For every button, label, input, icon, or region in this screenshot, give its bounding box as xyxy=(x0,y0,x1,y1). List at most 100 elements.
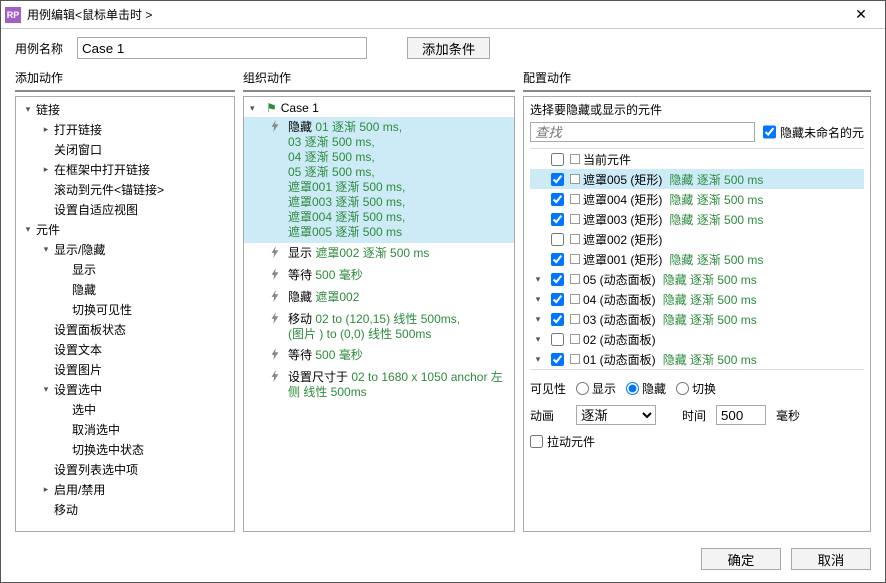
action-tree-item[interactable]: 设置选中 xyxy=(16,379,234,399)
chevron-down-icon[interactable] xyxy=(22,224,34,235)
chevron-right-icon[interactable] xyxy=(40,164,52,175)
action-tree-item[interactable]: 显示/隐藏 xyxy=(16,239,234,259)
chevron-down-icon[interactable] xyxy=(532,314,544,325)
action-tree-item[interactable]: 选中 xyxy=(16,399,234,419)
widget-list-item[interactable]: 遮罩002 (矩形) xyxy=(530,229,864,249)
columns: 添加动作 链接打开链接关闭窗口在框架中打开链接滚动到元件<锚链接>设置自适应视图… xyxy=(1,63,885,540)
drag-widget-checkbox[interactable]: 拉动元件 xyxy=(530,433,595,450)
chevron-right-icon[interactable] xyxy=(40,124,52,135)
action-tree-item[interactable]: 打开链接 xyxy=(16,119,234,139)
action-item[interactable]: 隐藏 01 逐渐 500 ms, 03 逐渐 500 ms, 04 逐渐 500… xyxy=(244,117,514,243)
action-tree-item[interactable]: 设置面板状态 xyxy=(16,319,234,339)
chevron-down-icon[interactable] xyxy=(40,384,52,395)
action-tree-item[interactable]: 切换可见性 xyxy=(16,299,234,319)
action-tree-item[interactable]: 启用/禁用 xyxy=(16,479,234,499)
chevron-down-icon[interactable] xyxy=(532,354,544,365)
action-tree-item[interactable]: 移动 xyxy=(16,499,234,519)
tree-item-label: 设置面板状态 xyxy=(52,321,126,338)
widget-checkbox[interactable] xyxy=(551,173,564,186)
widget-checkbox[interactable] xyxy=(551,333,564,346)
action-item[interactable]: 等待 500 毫秒 xyxy=(244,265,514,287)
widget-suffix: 隐藏 逐渐 500 ms xyxy=(669,191,763,208)
action-item[interactable]: 显示 遮罩002 逐渐 500 ms xyxy=(244,243,514,265)
widget-checkbox[interactable] xyxy=(551,213,564,226)
widget-checkbox[interactable] xyxy=(551,233,564,246)
visibility-show-radio[interactable]: 显示 xyxy=(576,380,616,397)
chevron-right-icon[interactable] xyxy=(40,484,52,495)
action-tree-item[interactable]: 切换选中状态 xyxy=(16,439,234,459)
widget-search-input[interactable] xyxy=(530,122,755,142)
widget-list-item[interactable]: 当前元件 xyxy=(530,149,864,169)
case-name-input[interactable] xyxy=(77,37,367,59)
action-item-text: 等待 500 毫秒 xyxy=(288,348,363,364)
action-tree-item[interactable]: 隐藏 xyxy=(16,279,234,299)
chevron-down-icon[interactable] xyxy=(40,244,52,255)
widget-suffix: 隐藏 逐渐 500 ms xyxy=(663,351,757,368)
widget-type-icon xyxy=(570,334,580,344)
hide-unnamed-checkbox[interactable]: 隐藏未命名的元 xyxy=(763,122,864,142)
cancel-button[interactable]: 取消 xyxy=(791,548,871,570)
widget-checkbox[interactable] xyxy=(551,313,564,326)
widget-checkbox[interactable] xyxy=(551,193,564,206)
action-tree-item[interactable]: 设置列表选中项 xyxy=(16,459,234,479)
action-tree-item[interactable]: 滚动到元件<锚链接> xyxy=(16,179,234,199)
action-item[interactable]: 移动 02 to (120,15) 线性 500ms, (图片 ) to (0,… xyxy=(244,309,514,345)
ok-button[interactable]: 确定 xyxy=(701,548,781,570)
action-tree-item[interactable]: 链接 xyxy=(16,99,234,119)
visibility-toggle-radio[interactable]: 切换 xyxy=(676,380,716,397)
chevron-down-icon[interactable] xyxy=(532,294,544,305)
chevron-down-icon[interactable] xyxy=(250,103,262,114)
tree-item-label: 移动 xyxy=(52,501,78,518)
action-tree-item[interactable]: 设置文本 xyxy=(16,339,234,359)
widget-list[interactable]: 当前元件遮罩005 (矩形)隐藏 逐渐 500 ms遮罩004 (矩形)隐藏 逐… xyxy=(530,148,864,370)
config-action-panel: 选择要隐藏或显示的元件 隐藏未命名的元 当前元件遮罩005 (矩形)隐藏 逐渐 … xyxy=(523,96,871,532)
time-unit: 毫秒 xyxy=(776,407,800,424)
widget-checkbox[interactable] xyxy=(551,273,564,286)
visibility-hide-radio[interactable]: 隐藏 xyxy=(626,380,666,397)
action-tree-item[interactable]: 在框架中打开链接 xyxy=(16,159,234,179)
chevron-down-icon[interactable] xyxy=(532,334,544,345)
tree-item-label: 选中 xyxy=(70,401,96,418)
widget-checkbox[interactable] xyxy=(551,293,564,306)
widget-list-item[interactable]: 03 (动态面板)隐藏 逐渐 500 ms xyxy=(530,309,864,329)
action-tree-item[interactable]: 元件 xyxy=(16,219,234,239)
action-item[interactable]: 设置尺寸于 02 to 1680 x 1050 anchor 左侧 线性 500… xyxy=(244,367,514,403)
close-button[interactable]: ✕ xyxy=(841,1,881,28)
widget-list-item[interactable]: 01 (动态面板)隐藏 逐渐 500 ms xyxy=(530,349,864,369)
action-tree-item[interactable]: 设置图片 xyxy=(16,359,234,379)
widget-list-item[interactable]: 02 (动态面板) xyxy=(530,329,864,349)
widget-list-item[interactable]: 遮罩001 (矩形)隐藏 逐渐 500 ms xyxy=(530,249,864,269)
tree-item-label: 滚动到元件<锚链接> xyxy=(52,181,164,198)
widget-type-icon xyxy=(570,274,580,284)
widget-checkbox[interactable] xyxy=(551,153,564,166)
tree-item-label: 设置自适应视图 xyxy=(52,201,138,218)
case-root-node[interactable]: ⚑ Case 1 xyxy=(244,99,514,117)
hide-unnamed-label: 隐藏未命名的元 xyxy=(780,124,864,141)
widget-list-item[interactable]: 遮罩004 (矩形)隐藏 逐渐 500 ms xyxy=(530,189,864,209)
tree-item-label: 在框架中打开链接 xyxy=(52,161,150,178)
chevron-down-icon[interactable] xyxy=(532,274,544,285)
organize-action-panel[interactable]: ⚑ Case 1 隐藏 01 逐渐 500 ms, 03 逐渐 500 ms, … xyxy=(243,96,515,532)
widget-checkbox[interactable] xyxy=(551,253,564,266)
chevron-down-icon[interactable] xyxy=(22,104,34,115)
add-condition-button[interactable]: 添加条件 xyxy=(407,37,490,59)
tree-item-label: 显示 xyxy=(70,261,96,278)
bolt-icon xyxy=(270,268,282,284)
action-tree-item[interactable]: 关闭窗口 xyxy=(16,139,234,159)
action-item[interactable]: 等待 500 毫秒 xyxy=(244,345,514,367)
widget-name: 05 (动态面板) xyxy=(583,271,656,288)
widget-list-item[interactable]: 遮罩003 (矩形)隐藏 逐渐 500 ms xyxy=(530,209,864,229)
time-input[interactable] xyxy=(716,405,766,425)
action-item[interactable]: 隐藏 遮罩002 xyxy=(244,287,514,309)
add-action-tree[interactable]: 链接打开链接关闭窗口在框架中打开链接滚动到元件<锚链接> 设置自适应视图元件显示/… xyxy=(15,96,235,532)
action-tree-item[interactable]: 设置自适应视图 xyxy=(16,199,234,219)
widget-list-item[interactable]: 遮罩005 (矩形)隐藏 逐渐 500 ms xyxy=(530,169,864,189)
widget-suffix: 隐藏 逐渐 500 ms xyxy=(663,271,757,288)
widget-type-icon xyxy=(570,174,580,184)
widget-list-item[interactable]: 04 (动态面板)隐藏 逐渐 500 ms xyxy=(530,289,864,309)
widget-list-item[interactable]: 05 (动态面板) 隐藏 逐渐 500 ms xyxy=(530,269,864,289)
widget-checkbox[interactable] xyxy=(551,353,564,366)
action-tree-item[interactable]: 显示 xyxy=(16,259,234,279)
action-tree-item[interactable]: 取消选中 xyxy=(16,419,234,439)
animation-select[interactable]: 逐渐 xyxy=(576,405,656,425)
